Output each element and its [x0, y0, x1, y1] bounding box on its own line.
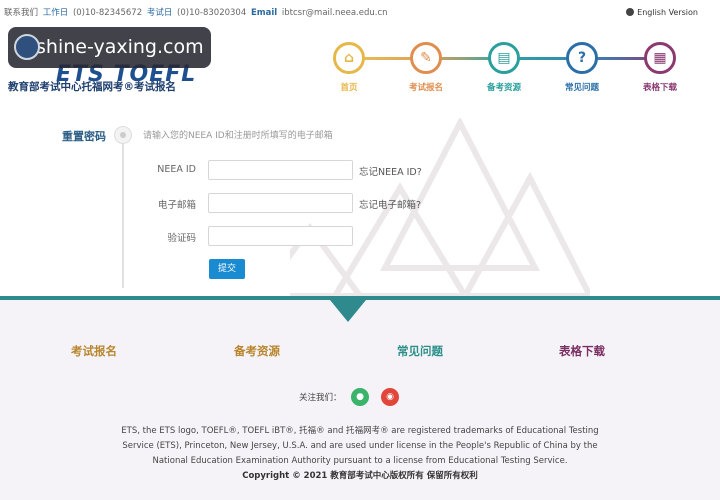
document-icon: ▤: [488, 42, 520, 74]
divider-notch: [330, 300, 366, 322]
legal-line-1: ETS, the ETS logo, TOEFL®, TOEFL iBT®, 托…: [121, 426, 599, 436]
wechat-icon[interactable]: ●: [351, 388, 369, 406]
nav-label: 考试报名: [408, 83, 443, 93]
follow-us-label: 关注我们：: [299, 393, 342, 403]
contact-info: 联系我们 工作日 (0)10-82345672 考试日 (0)10-830203…: [4, 6, 390, 18]
table-icon: ▦: [644, 42, 676, 74]
contact-us-link[interactable]: 联系我们: [4, 8, 38, 18]
question-icon: ?: [566, 42, 598, 74]
nav-item-register[interactable]: ✎ 考试报名: [401, 40, 451, 93]
nav-label: 表格下载: [642, 83, 677, 93]
footer-link-faq[interactable]: 常见问题: [397, 343, 443, 359]
copyright: Copyright © 2021 教育部考试中心版权所有 保留所有权利: [242, 471, 478, 481]
workday-phone: (0)10-82345672: [72, 8, 143, 18]
footer-link-register[interactable]: 考试报名: [71, 343, 117, 359]
email-address[interactable]: ibtcsr@mail.neea.edu.cn: [282, 8, 388, 18]
nav-item-forms[interactable]: ▦ 表格下载: [635, 40, 685, 93]
forgot-neea-id-link[interactable]: 忘记NEEA ID?: [359, 164, 422, 178]
globe-icon: [626, 8, 635, 16]
neea-id-label: NEEA ID: [157, 164, 196, 175]
nav-label: 备考资源: [486, 83, 521, 93]
weibo-icon[interactable]: ◉: [381, 388, 399, 406]
site-title: 教育部考试中心托福网考®考试报名: [8, 81, 176, 93]
email-input[interactable]: [208, 193, 353, 213]
examday-phone: (0)10-83020304: [177, 8, 247, 18]
nav-label: 首页: [340, 83, 358, 93]
home-icon: ⌂: [333, 42, 365, 74]
examday-label: 考试日: [146, 8, 173, 18]
watermark-text: shine-yaxing.com: [36, 36, 204, 58]
nav-item-resources[interactable]: ▤ 备考资源: [479, 40, 529, 93]
top-bar: 联系我们 工作日 (0)10-82345672 考试日 (0)10-830203…: [0, 0, 720, 24]
email-label: 电子邮箱: [157, 200, 196, 211]
email-label: Email: [250, 8, 278, 18]
nav-item-faq[interactable]: ? 常见问题: [557, 40, 607, 93]
captcha-input[interactable]: [208, 226, 353, 246]
footer-link-forms[interactable]: 表格下载: [559, 343, 605, 359]
footer-link-resources[interactable]: 备考资源: [234, 343, 280, 359]
timeline-line: [122, 128, 124, 288]
watermark-overlay: shine-yaxing.com: [8, 27, 211, 68]
workday-label: 工作日: [42, 8, 69, 18]
legal-line-3: National Education Examination Authority…: [152, 456, 568, 466]
reset-password-section: 重置密码 请输入您的NEEA ID和注册时所填写的电子邮箱 NEEA ID 忘记…: [0, 118, 720, 296]
legal-line-2: Service (ETS), Princeton, New Jersey, U.…: [122, 441, 598, 451]
legal-text: ETS, the ETS logo, TOEFL®, TOEFL iBT®, 托…: [110, 424, 610, 484]
forgot-email-link[interactable]: 忘记电子邮箱?: [359, 197, 421, 211]
nav-label: 常见问题: [564, 83, 599, 93]
section-title: 重置密码: [62, 130, 106, 143]
nav-item-home[interactable]: ⌂ 首页: [324, 40, 374, 93]
step-dot-icon: [114, 126, 132, 144]
form-hint: 请输入您的NEEA ID和注册时所填写的电子邮箱: [143, 131, 333, 141]
main-nav: ⌂ 首页 ✎ 考试报名 ▤ 备考资源 ? 常见问题 ▦ 表格下载: [324, 40, 694, 94]
pencil-icon: ✎: [410, 42, 442, 74]
english-version-link[interactable]: English Version: [637, 8, 698, 17]
footer: 考试报名 备考资源 常见问题 表格下载 关注我们： ● ◉ ETS, the E…: [0, 300, 720, 500]
submit-button[interactable]: 提交: [209, 259, 245, 279]
neea-id-input[interactable]: [208, 160, 353, 180]
language-switch[interactable]: English Version: [626, 8, 698, 17]
captcha-label: 验证码: [167, 233, 196, 244]
seal-icon: [14, 34, 40, 60]
